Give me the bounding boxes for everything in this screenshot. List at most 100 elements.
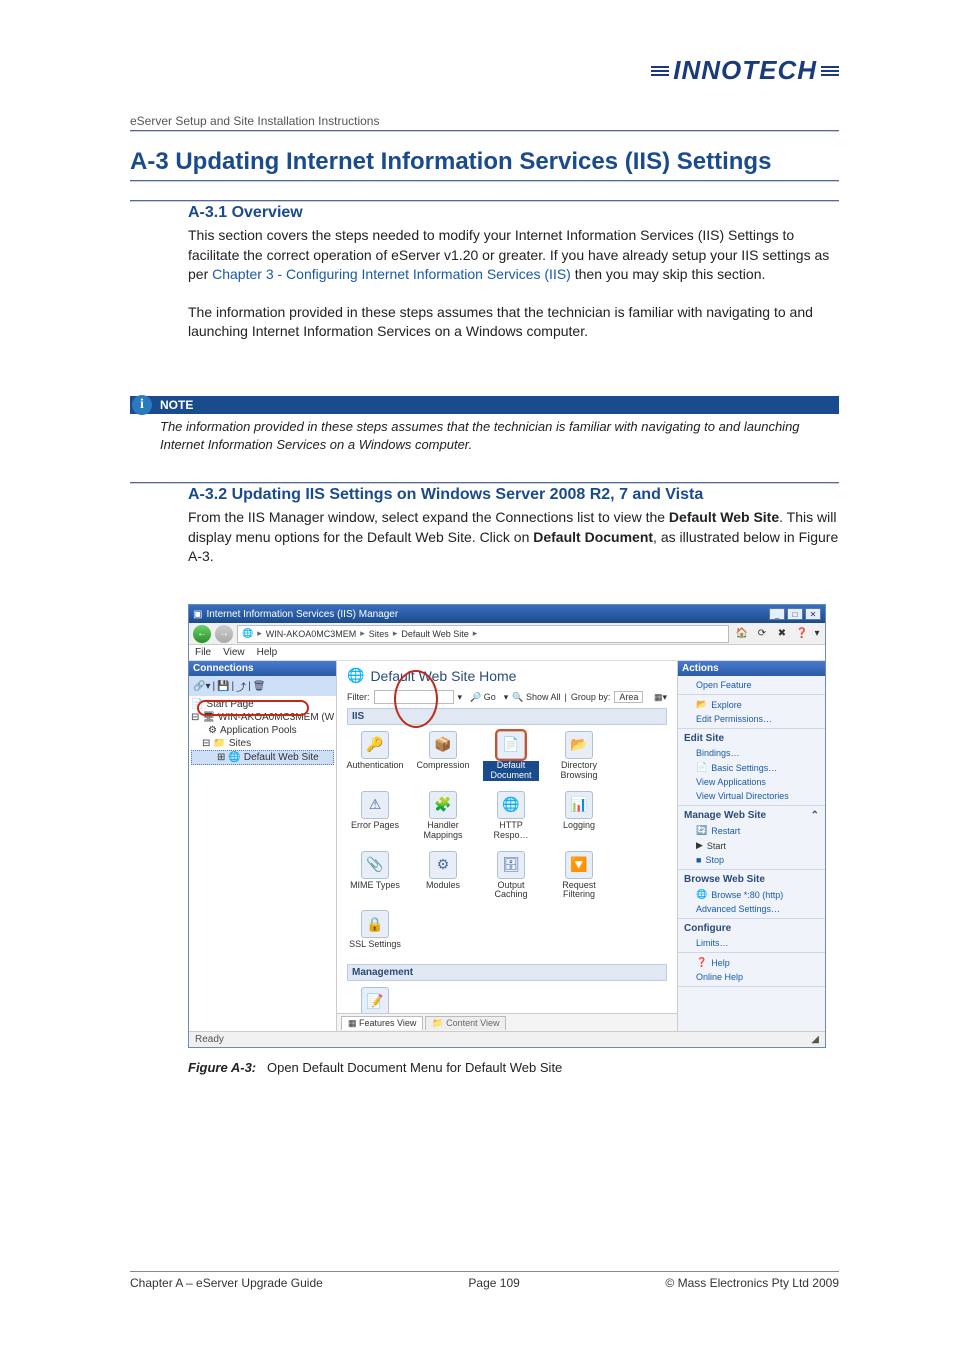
start-page-icon: 📄 (191, 699, 203, 710)
feature-authentication[interactable]: 🔑Authentication (347, 731, 403, 781)
feature-default-document[interactable]: 📄Default Document (483, 731, 539, 781)
refresh-icon[interactable]: ⟳ (753, 626, 771, 642)
link-chapter3[interactable]: Chapter 3 - Configuring Internet Informa… (212, 266, 571, 282)
note-title: NOTE (156, 398, 193, 412)
tree-host[interactable]: ⊟🖥WIN-AKOA0MC3MEM (WIN-AKO (191, 711, 334, 724)
logging-icon: 📊 (565, 791, 593, 819)
auth-icon: 🔑 (361, 731, 389, 759)
menu-file[interactable]: File (195, 647, 211, 658)
action-bindings[interactable]: Bindings… (678, 746, 825, 760)
action-view-vdirs[interactable]: View Virtual Directories (678, 789, 825, 803)
note-header: i NOTE (130, 396, 839, 414)
filter-input[interactable] (374, 690, 454, 704)
feature-handler-mappings[interactable]: 🧩Handler Mappings (415, 791, 471, 841)
action-online-help[interactable]: Online Help (678, 970, 825, 984)
feature-error-pages[interactable]: ⚠Error Pages (347, 791, 403, 841)
tree-start-page[interactable]: 📄Start Page (191, 698, 334, 711)
breadcrumb[interactable]: 🌐 ▸ WIN-AKOA0MC3MEM ▸ Sites ▸ Default We… (237, 625, 729, 643)
action-browse-80[interactable]: 🌐Browse *:80 (http) (678, 887, 825, 902)
up-icon[interactable]: ⤴ (236, 679, 246, 694)
tree-default-web-site[interactable]: ⊞🌐Default Web Site (191, 750, 334, 765)
feature-logging[interactable]: 📊Logging (551, 791, 607, 841)
stop-icon[interactable]: ✖ (773, 626, 791, 642)
content-panel: 🌐 Default Web Site Home Filter: ▾ 🔎 Go ▾… (337, 661, 677, 1031)
filter-row: Filter: ▾ 🔎 Go ▾ 🔍 Show All | Group by: … (347, 690, 667, 704)
feature-output-caching[interactable]: 🗄Output Caching (483, 851, 539, 901)
action-restart[interactable]: 🔄Restart (678, 823, 825, 838)
action-view-apps[interactable]: View Applications (678, 775, 825, 789)
breadcrumb-globe-icon: 🌐 (242, 628, 253, 639)
mime-icon: 📎 (361, 851, 389, 879)
modules-icon: ⚙ (429, 851, 457, 879)
http-icon: 🌐 (497, 791, 525, 819)
iis-icon-grid: 🔑Authentication 📦Compression 📄Default Do… (347, 731, 667, 950)
start-icon: ▶ (696, 840, 703, 851)
action-group-edit-site: Edit Site (678, 731, 825, 746)
logo-bars-left (651, 66, 669, 76)
footer-right: © Mass Electronics Pty Ltd 2009 (665, 1276, 839, 1290)
help-icon[interactable]: ❓ (793, 626, 811, 642)
go-button[interactable]: 🔎 Go (466, 692, 500, 703)
config-editor-icon: 📝 (361, 987, 389, 1013)
menu-help[interactable]: Help (257, 647, 278, 658)
ssl-icon: 🔒 (361, 910, 389, 938)
header-rule (130, 130, 839, 132)
tree-sites[interactable]: ⊟📁Sites (191, 737, 334, 750)
group-by-select[interactable]: Area (614, 691, 643, 703)
help-dropdown-icon[interactable]: ▾ (813, 626, 821, 642)
show-all-button[interactable]: 🔍 Show All (512, 692, 560, 703)
note-block: i NOTE The information provided in these… (130, 396, 839, 454)
close-button[interactable]: ✕ (805, 608, 821, 620)
feature-mime-types[interactable]: 📎MIME Types (347, 851, 403, 901)
feature-modules[interactable]: ⚙Modules (415, 851, 471, 901)
action-help[interactable]: ❓Help (678, 955, 825, 970)
action-open-feature[interactable]: Open Feature (678, 678, 825, 692)
group-iis: IIS (347, 708, 667, 725)
handler-icon: 🧩 (429, 791, 457, 819)
resize-grip-icon[interactable]: ◢ (811, 1034, 819, 1045)
group-by-label: Group by: (571, 692, 611, 702)
view-tabs: ▦ Features View 📁 Content View (337, 1013, 677, 1031)
tab-content-view[interactable]: 📁 Content View (425, 1016, 506, 1030)
action-edit-permissions[interactable]: Edit Permissions… (678, 712, 825, 726)
menu-view[interactable]: View (223, 647, 245, 658)
status-text: Ready (195, 1034, 224, 1045)
action-start[interactable]: ▶Start (678, 838, 825, 853)
connect-icon[interactable]: 🔗▾ (193, 681, 210, 692)
feature-http-response[interactable]: 🌐HTTP Respo… (483, 791, 539, 841)
action-limits[interactable]: Limits… (678, 936, 825, 950)
nav-forward-button[interactable]: → (215, 625, 233, 643)
figure-caption: Figure A-3: Open Default Document Menu f… (188, 1060, 826, 1075)
remove-conn-icon[interactable]: 🗑 (253, 681, 266, 692)
action-explore[interactable]: 📂Explore (678, 697, 825, 712)
default-doc-icon: 📄 (497, 731, 525, 759)
view-mode-icon[interactable]: ▦▾ (654, 692, 667, 703)
restart-icon: 🔄 (696, 825, 707, 836)
action-group-browse: Browse Web Site (678, 872, 825, 887)
feature-compression[interactable]: 📦Compression (415, 731, 471, 781)
feature-config-editor[interactable]: 📝Configuration Editor (347, 987, 403, 1013)
save-conn-icon[interactable]: 💾 (217, 681, 229, 692)
status-bar: Ready ◢ (189, 1031, 825, 1047)
feature-directory-browsing[interactable]: 📂Directory Browsing (551, 731, 607, 781)
update-heading: A-3.2 Updating IIS Settings on Windows S… (188, 486, 839, 504)
globe-icon: 🌐 (228, 752, 240, 763)
overview-para2: The information provided in these steps … (188, 303, 839, 342)
tree-app-pools[interactable]: ⚙Application Pools (191, 724, 334, 737)
update-section: A-3.2 Updating IIS Settings on Windows S… (188, 486, 839, 567)
home-icon[interactable]: 🏠 (733, 626, 751, 642)
tab-features-view[interactable]: ▦ Features View (341, 1016, 423, 1030)
action-basic-settings[interactable]: 📄Basic Settings… (678, 760, 825, 775)
window-titlebar[interactable]: ▣ Internet Information Services (IIS) Ma… (189, 605, 825, 623)
actions-panel: Actions Open Feature 📂Explore Edit Permi… (677, 661, 825, 1031)
maximize-button[interactable]: □ (787, 608, 803, 620)
action-advanced-settings[interactable]: Advanced Settings… (678, 902, 825, 916)
section-rule-update (130, 482, 839, 484)
feature-request-filtering[interactable]: 🔽Request Filtering (551, 851, 607, 901)
minimize-button[interactable]: _ (769, 608, 785, 620)
feature-ssl-settings[interactable]: 🔒SSL Settings (347, 910, 403, 950)
action-stop[interactable]: ■Stop (678, 853, 825, 867)
section-rule-a3 (130, 180, 839, 182)
nav-back-button[interactable]: ← (193, 625, 211, 643)
collapse-icon[interactable]: ⌃ (811, 810, 819, 821)
